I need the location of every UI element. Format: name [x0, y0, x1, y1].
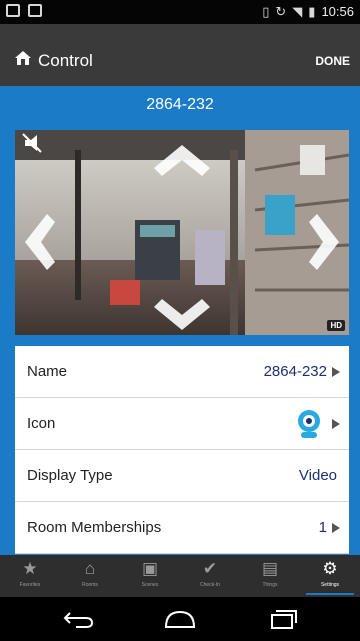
tab-label: Scenes [141, 582, 159, 588]
recents-icon[interactable] [266, 609, 300, 629]
image-icon [28, 4, 42, 17]
scenes-icon: ▣ [141, 559, 159, 578]
tab-label: Settings [320, 582, 340, 588]
tab-favorites[interactable]: ★ Favorites [0, 555, 60, 597]
name-row[interactable]: Name 2864-232 [15, 346, 349, 398]
chevron-right-icon [332, 419, 340, 429]
vibrate-icon: ▯ [262, 3, 270, 19]
tab-check-in[interactable]: ✔ Check-In [180, 555, 240, 597]
settings-list: Name 2864-232 Icon Display Type Video Ro… [15, 346, 349, 554]
row-label: Name [27, 363, 68, 380]
home-nav-icon[interactable] [163, 609, 197, 629]
display-type-row[interactable]: Display Type Video [15, 450, 349, 502]
wifi-icon: ◥ [292, 3, 303, 19]
home-icon: ⌂ [84, 559, 96, 578]
camera-image [15, 130, 349, 335]
star-icon: ★ [22, 559, 38, 578]
row-label: Room Memberships [27, 519, 162, 536]
tab-settings[interactable]: ⚙ Settings [300, 555, 360, 597]
gear-icon: ⚙ [322, 559, 338, 578]
tab-scenes[interactable]: ▣ Scenes [120, 555, 180, 597]
camera-title: 2864-232 [146, 96, 214, 113]
chevron-right-icon [332, 523, 340, 533]
camera-feed[interactable]: HD [15, 130, 349, 335]
hd-badge: HD [327, 320, 345, 331]
page-title: Control [38, 51, 93, 70]
things-icon: ▤ [261, 559, 279, 578]
row-value: 1 [318, 519, 327, 536]
status-time: 10:56 [321, 4, 354, 19]
battery-icon: ▮ [308, 3, 316, 19]
done-button[interactable]: DONE [315, 54, 350, 68]
room-memberships-row[interactable]: Room Memberships 1 [15, 502, 349, 554]
icon-row[interactable]: Icon [15, 398, 349, 450]
tab-things[interactable]: ▤ Things [240, 555, 300, 597]
row-value: Video [298, 467, 337, 484]
checkmark-icon: ✔ [202, 559, 218, 578]
tab-rooms[interactable]: ⌂ Rooms [60, 555, 120, 597]
camera-icon [298, 410, 320, 438]
row-label: Display Type [27, 467, 113, 484]
screen-icon [6, 4, 20, 17]
back-icon[interactable] [62, 609, 96, 629]
tab-label: Things [262, 582, 278, 588]
app-bar: Control DONE [0, 24, 360, 86]
tab-label: Favorites [19, 582, 41, 588]
tab-bar: ★ Favorites ⌂ Rooms ▣ Scenes ✔ Check-In … [0, 555, 360, 597]
system-nav-bar [0, 597, 360, 641]
tab-label: Rooms [82, 582, 98, 588]
row-label: Icon [27, 415, 56, 432]
row-value: 2864-232 [263, 363, 327, 380]
chevron-right-icon [332, 367, 340, 377]
tab-label: Check-In [199, 582, 220, 588]
status-bar: ▯ ↻ ◥ ▮ 10:56 [0, 0, 360, 24]
home-icon[interactable] [14, 50, 32, 66]
sync-icon: ↻ [275, 3, 287, 19]
